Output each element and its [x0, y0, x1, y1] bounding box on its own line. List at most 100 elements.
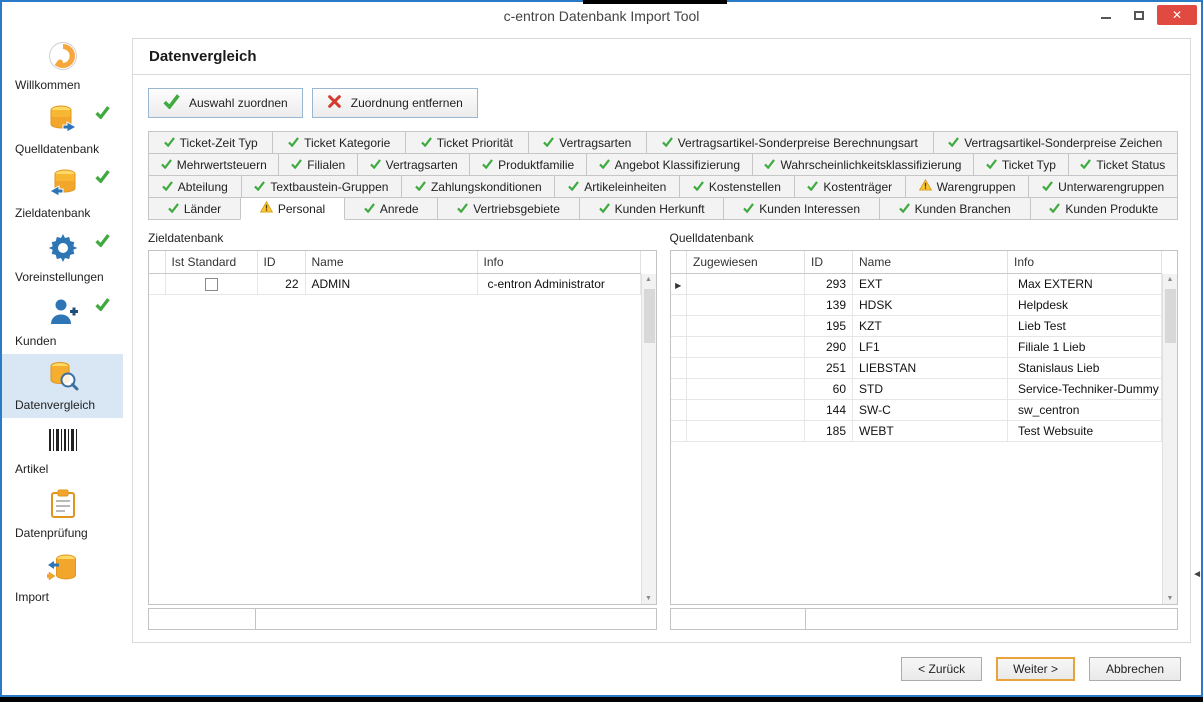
check-icon: [163, 94, 180, 112]
warning-icon: [260, 201, 273, 216]
tab-zahlungskonditionen[interactable]: Zahlungskonditionen: [401, 175, 555, 198]
check-icon: [543, 136, 554, 150]
grid-footer: [670, 608, 1179, 630]
mapping-toolbar: Auswahl zuordnen Zuordnung entfernen: [148, 88, 1178, 118]
cancel-button[interactable]: Abbrechen: [1089, 657, 1181, 681]
tab-kostentraeger[interactable]: Kostenträger: [794, 175, 906, 198]
check-icon: [743, 202, 754, 216]
scrollbar-thumb[interactable]: [1165, 289, 1176, 343]
table-row[interactable]: 144SW-Csw_centron: [671, 399, 1162, 420]
tab-ticket-kategorie[interactable]: Ticket Kategorie: [272, 131, 406, 154]
grid-footer: [148, 608, 657, 630]
sidebar-item-artikel[interactable]: Artikel: [2, 418, 123, 482]
desktop-background-strip: [0, 697, 1203, 702]
table-row[interactable]: 290LF1Filiale 1 Lieb: [671, 336, 1162, 357]
titlebar[interactable]: c-entron Datenbank Import Tool ✕: [2, 2, 1201, 29]
auswahl-zuordnen-button[interactable]: Auswahl zuordnen: [148, 88, 303, 118]
tab-textbaustein-gruppen[interactable]: Textbaustein-Gruppen: [241, 175, 403, 198]
sidebar-item-import[interactable]: Import: [2, 546, 123, 610]
sidebar-item-quelldatenbank[interactable]: Quelldatenbank: [2, 98, 123, 162]
tab-vertragsarten[interactable]: Vertragsarten: [357, 153, 470, 176]
tab-angebot-klassifizierung[interactable]: Angebot Klassifizierung: [586, 153, 753, 176]
next-button[interactable]: Weiter >: [996, 657, 1075, 681]
tab-anrede[interactable]: Anrede: [344, 197, 438, 220]
vertical-scrollbar[interactable]: ▲ ▼: [641, 274, 656, 604]
sidebar-item-kunden[interactable]: Kunden: [2, 290, 123, 354]
tab-ticket-zeit-typ[interactable]: Ticket-Zeit Typ: [148, 131, 273, 154]
column-header-ist-standard[interactable]: Ist Standard: [165, 251, 257, 273]
sidebar-item-label: Kunden: [2, 334, 123, 348]
ist-standard-checkbox[interactable]: [205, 278, 218, 291]
check-icon: [95, 298, 110, 316]
tab-vertragsartikel-sonderpreise-berechnungsart[interactable]: Vertragsartikel-Sonderpreise Berechnungs…: [646, 131, 934, 154]
check-icon: [370, 158, 381, 172]
scroll-up-icon[interactable]: ▲: [645, 276, 652, 283]
database-target-icon: [47, 168, 79, 205]
tab-ticket-prioritaet[interactable]: Ticket Priorität: [405, 131, 529, 154]
sidebar-item-zieldatenbank[interactable]: Zieldatenbank: [2, 162, 123, 226]
column-header-zugewiesen[interactable]: Zugewiesen: [687, 251, 805, 273]
close-button[interactable]: ✕: [1157, 5, 1197, 25]
tab-abteilung[interactable]: Abteilung: [148, 175, 242, 198]
footer-cell[interactable]: [670, 608, 806, 630]
column-header-name[interactable]: Name: [305, 251, 477, 273]
vertical-scrollbar[interactable]: ▲ ▼: [1162, 274, 1177, 604]
table-row[interactable]: 22ADMINc-entron Administrator: [149, 273, 640, 294]
tab-artikeleinheiten[interactable]: Artikeleinheiten: [554, 175, 680, 198]
sidebar-item-label: Datenvergleich: [2, 398, 123, 412]
tab-mehrwertsteuern[interactable]: Mehrwertsteuern: [148, 153, 279, 176]
column-header-info[interactable]: Info: [477, 251, 640, 273]
app-window: c-entron Datenbank Import Tool ✕ Willkom…: [0, 0, 1203, 697]
tab-vertragsarten[interactable]: Vertragsarten: [528, 131, 647, 154]
table-row[interactable]: 195KZTLieb Test: [671, 315, 1162, 336]
tab-kunden-herkunft[interactable]: Kunden Herkunft: [579, 197, 725, 220]
tab-kostenstellen[interactable]: Kostenstellen: [679, 175, 795, 198]
tab-produktfamilie[interactable]: Produktfamilie: [469, 153, 586, 176]
column-header-name[interactable]: Name: [853, 251, 1008, 273]
maximize-button[interactable]: [1124, 5, 1154, 25]
check-icon: [95, 106, 110, 124]
tab-ticket-status[interactable]: Ticket Status: [1068, 153, 1178, 176]
table-row[interactable]: 60STDService-Techniker-Dummy: [671, 378, 1162, 399]
table-row[interactable]: 185WEBTTest Websuite: [671, 420, 1162, 441]
tab-kunden-interessen[interactable]: Kunden Interessen: [723, 197, 879, 220]
tab-kunden-produkte[interactable]: Kunden Produkte: [1030, 197, 1178, 220]
footer-cell[interactable]: [255, 608, 657, 630]
check-icon: [415, 180, 426, 194]
scroll-down-icon[interactable]: ▼: [1167, 595, 1174, 602]
tab-personal[interactable]: Personal: [240, 197, 345, 220]
tab-warengruppen[interactable]: Warengruppen: [905, 175, 1029, 198]
column-header-id[interactable]: ID: [805, 251, 853, 273]
table-row[interactable]: 139HDSKHelpdesk: [671, 294, 1162, 315]
sidebar-item-voreinstellungen[interactable]: Voreinstellungen: [2, 226, 123, 290]
check-icon: [482, 158, 493, 172]
tab-kunden-branchen[interactable]: Kunden Branchen: [879, 197, 1031, 220]
tab-wahrscheinlichkeitsklassifizierung[interactable]: Wahrscheinlichkeitsklassifizierung: [752, 153, 974, 176]
splitter-collapse-icon[interactable]: ◄: [1192, 569, 1202, 580]
footer-cell[interactable]: [148, 608, 256, 630]
scrollbar-thumb[interactable]: [644, 289, 655, 343]
back-button[interactable]: < Zurück: [901, 657, 982, 681]
table-row[interactable]: ▶293EXTMax EXTERN: [671, 273, 1162, 294]
check-icon: [662, 136, 673, 150]
tab-filialen[interactable]: Filialen: [278, 153, 357, 176]
zuordnung-entfernen-button[interactable]: Zuordnung entfernen: [312, 88, 478, 118]
column-header-id[interactable]: ID: [257, 251, 305, 273]
tab-vertriebsgebiete[interactable]: Vertriebsgebiete: [437, 197, 579, 220]
minimize-button[interactable]: [1091, 5, 1121, 25]
check-icon: [288, 136, 299, 150]
tab-unterwarengruppen[interactable]: Unterwarengruppen: [1028, 175, 1178, 198]
scroll-down-icon[interactable]: ▼: [645, 595, 652, 602]
scroll-up-icon[interactable]: ▲: [1167, 276, 1174, 283]
table-row[interactable]: 251LIEBSTANStanislaus Lieb: [671, 357, 1162, 378]
sidebar-item-datenpruefung[interactable]: Datenprüfung: [2, 482, 123, 546]
logo-icon: [48, 41, 78, 76]
tab-ticket-typ[interactable]: Ticket Typ: [973, 153, 1068, 176]
footer-cell[interactable]: [805, 608, 1179, 630]
column-header-info[interactable]: Info: [1008, 251, 1162, 273]
desktop-background-strip: [583, 0, 727, 4]
tab-vertragsartikel-sonderpreise-zeichen[interactable]: Vertragsartikel-Sonderpreise Zeichen: [933, 131, 1178, 154]
tab-laender[interactable]: Länder: [148, 197, 241, 220]
sidebar-item-willkommen[interactable]: Willkommen: [2, 34, 123, 98]
sidebar-item-datenvergleich[interactable]: Datenvergleich: [2, 354, 123, 418]
